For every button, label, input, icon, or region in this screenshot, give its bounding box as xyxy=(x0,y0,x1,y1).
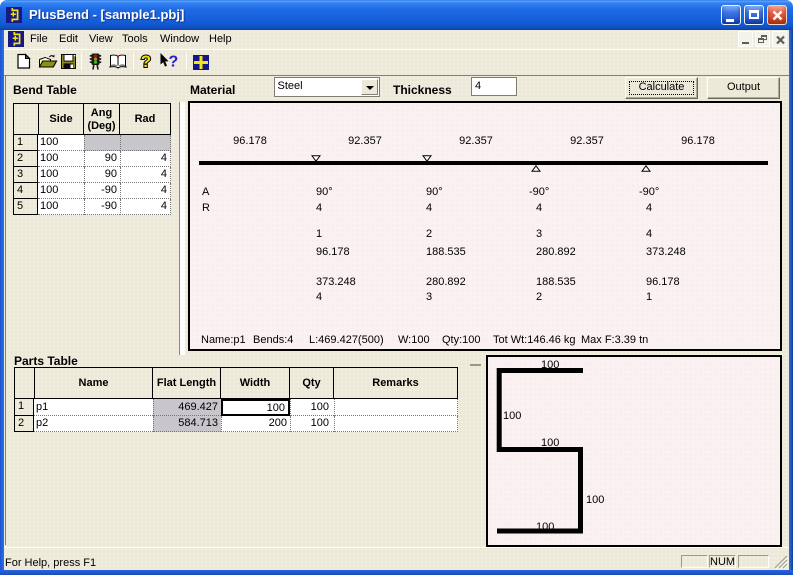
svg-text:?: ? xyxy=(169,54,179,71)
svg-text:?: ? xyxy=(141,52,151,71)
